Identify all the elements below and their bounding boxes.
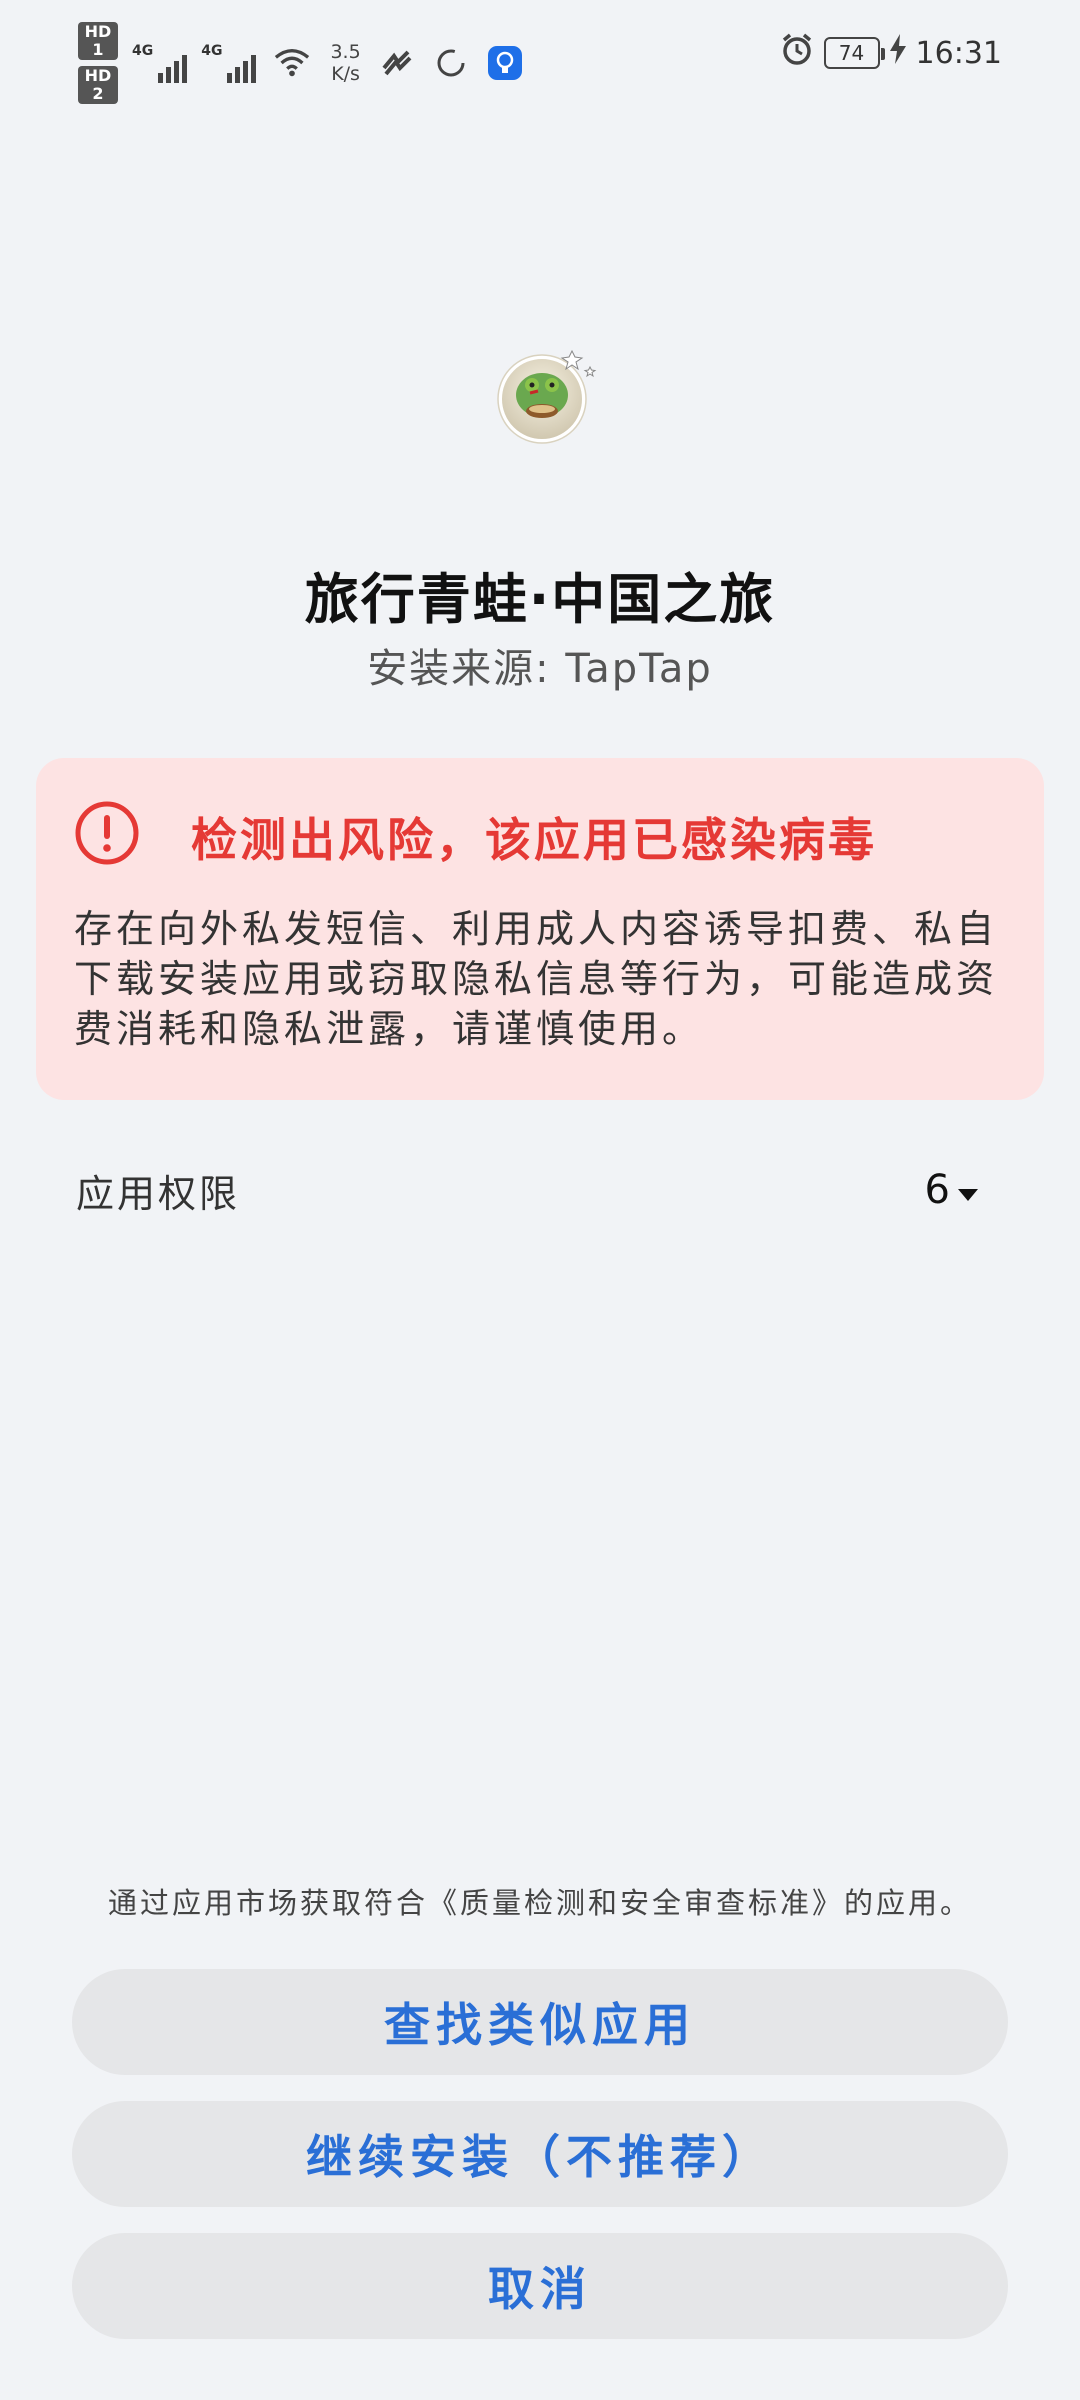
install-source: 安装来源: TapTap xyxy=(367,646,713,692)
warning-description: 存在向外私发短信、利用成人内容诱导扣费、私自下载安装应用或窃取隐私信息等行为，可… xyxy=(74,907,999,1051)
permissions-count-toggle[interactable]: 6 xyxy=(925,1167,980,1213)
battery-level: 74 xyxy=(838,41,865,65)
continue-install-button[interactable]: 继续安装（不推荐） xyxy=(72,2101,1008,2207)
assistant-icon xyxy=(487,45,523,81)
signal-icon-2: 4G xyxy=(201,43,257,83)
app-name: 旅行青蛙·中国之旅 xyxy=(304,568,776,631)
frog-app-icon xyxy=(497,349,597,444)
wifi-icon xyxy=(274,45,310,81)
clock-time: 16:31 xyxy=(915,35,1002,71)
sim1-badge: HD 1 xyxy=(78,22,118,60)
status-bar: HD 1 HD 2 4G 4G 3.5 K/s 74 16:31 xyxy=(0,0,1080,110)
warning-icon xyxy=(74,800,140,866)
permissions-label: 应用权限 xyxy=(76,1171,241,1216)
alarm-icon xyxy=(780,32,814,74)
network-speed: 3.5 K/s xyxy=(330,41,360,85)
chevron-down-icon xyxy=(956,1167,980,1213)
cancel-button[interactable]: 取消 xyxy=(72,2233,1008,2339)
status-left: HD 1 HD 2 4G 4G 3.5 K/s xyxy=(78,22,523,104)
permissions-count: 6 xyxy=(924,1167,950,1213)
network-type-1: 4G xyxy=(132,43,154,59)
charging-icon xyxy=(889,34,906,72)
app-permissions-row[interactable]: 应用权限 6 xyxy=(76,1162,980,1218)
sim-indicators: HD 1 HD 2 xyxy=(78,22,118,104)
signal-icon: 4G xyxy=(132,43,188,83)
sim2-badge: HD 2 xyxy=(78,66,118,104)
find-similar-apps-button[interactable]: 查找类似应用 xyxy=(72,1969,1008,2075)
store-recommendation-note: 通过应用市场获取符合《质量检测和安全审查标准》的应用。 xyxy=(107,1886,972,1920)
warning-title: 检测出风险，该应用已感染病毒 xyxy=(191,813,877,867)
network-type-2: 4G xyxy=(201,43,223,59)
app-notification-icon xyxy=(379,45,415,81)
sync-icon xyxy=(433,45,469,81)
status-right: 74 16:31 xyxy=(780,32,1002,74)
virus-warning-card: 检测出风险，该应用已感染病毒 存在向外私发短信、利用成人内容诱导扣费、私自下载安… xyxy=(36,758,1044,1100)
speed-value: 3.5 xyxy=(330,41,361,63)
speed-unit: K/s xyxy=(331,63,360,85)
battery-icon: 74 xyxy=(823,37,885,69)
